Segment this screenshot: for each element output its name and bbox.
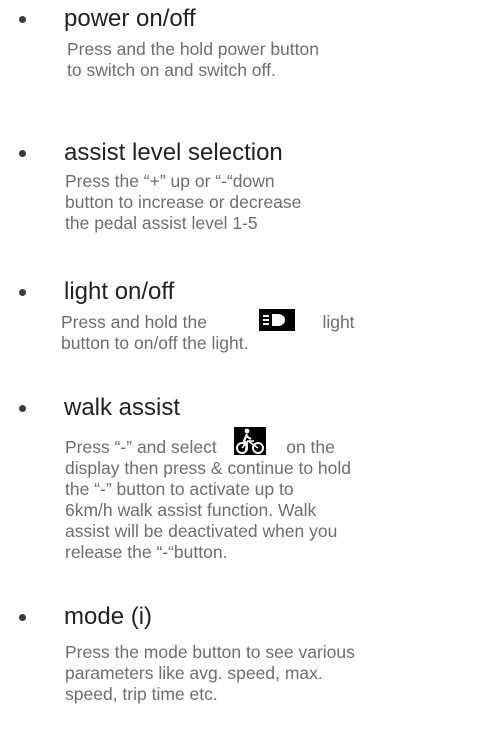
desc-text: Press and hold the [61,312,207,332]
desc-line: to switch on and switch off. [67,60,276,80]
desc-line: the pedal assist level 1-5 [65,213,258,233]
item-title: assist level selection [64,139,283,166]
desc-text: light [322,312,355,332]
item-title: walk assist [64,394,181,421]
item-description: Press and hold the light button to on/of… [61,309,355,354]
desc-text: Press “-” and select [65,437,217,457]
item-title: power on/off [64,5,196,32]
desc-line: Press the mode button to see various [65,642,355,662]
desc-line: button to increase or decrease [65,192,302,212]
desc-line: parameters like avg. speed, max. [65,663,323,683]
headlight-icon [258,309,295,331]
desc-line: button to on/off the light. [61,333,249,353]
item-description: Press the mode button to see various par… [65,642,355,705]
bullet [19,150,26,157]
desc-line: display then press & continue to hold [65,458,352,478]
bullet [19,16,26,23]
item-description: Press “-” and select on the display then… [65,427,351,563]
desc-line: 6km/h walk assist function. Walk [65,500,317,520]
desc-line: release the “-“button. [65,542,228,562]
bullet [19,405,26,412]
desc-line: Press and hold the light [61,309,355,333]
desc-line: Press “-” and select on the [65,427,351,458]
desc-line: Press the “+” up or “-“down [65,171,275,191]
desc-line: Press and the hold power button [67,39,319,59]
item-title: mode (i) [64,603,153,630]
item-description: Press the “+” up or “-“down button to in… [65,171,301,234]
desc-line: the “-” button to activate up to [65,479,294,499]
desc-line: assist will be deactivated when you [65,521,338,541]
item-title: light on/off [64,278,175,305]
desc-text: on the [286,437,335,457]
desc-line: speed, trip time etc. [65,684,218,704]
bullet [19,614,26,621]
item-description: Press and the hold power button to switc… [67,39,319,81]
bullet [19,289,26,296]
walking-bike-icon [234,427,267,455]
